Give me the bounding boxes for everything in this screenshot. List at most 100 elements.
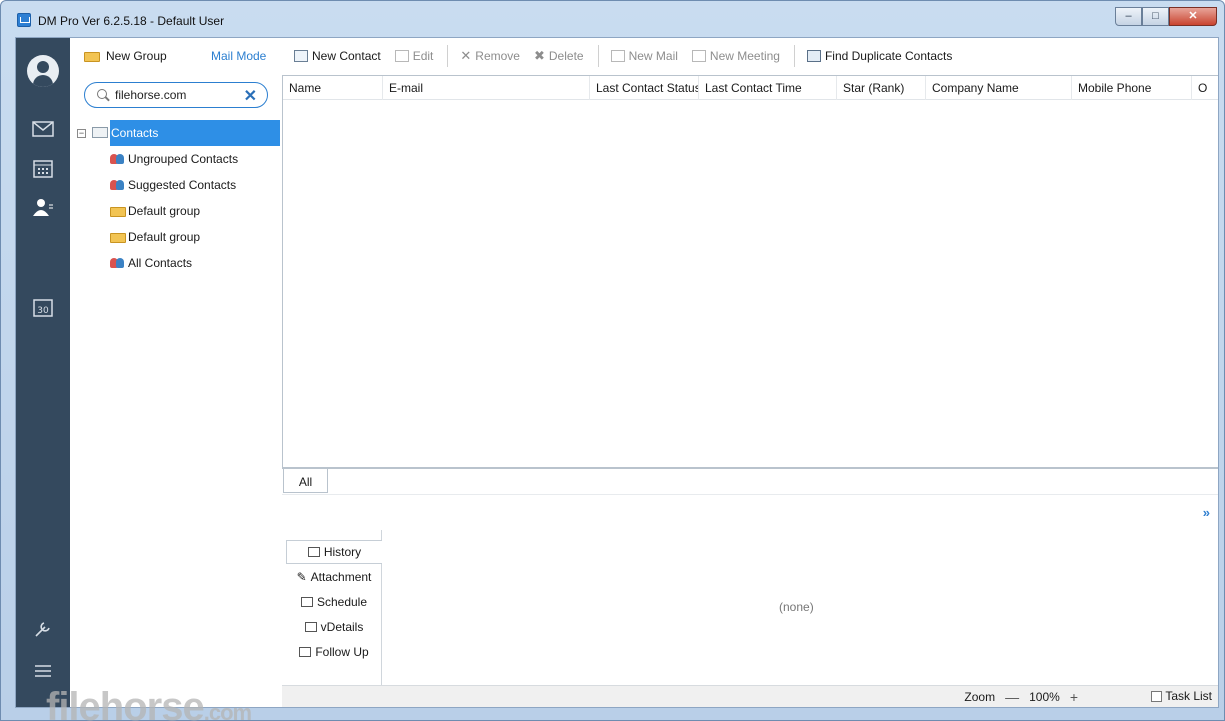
watermark-text: filehorse: [46, 685, 205, 721]
contacts-grid: Name E-mail Last Contact Status Last Con…: [282, 75, 1218, 468]
find-duplicates-label: Find Duplicate Contacts: [824, 49, 953, 63]
minimize-button[interactable]: –: [1115, 7, 1142, 26]
column-header-email[interactable]: E-mail: [383, 76, 590, 100]
title-bar[interactable]: DM Pro Ver 6.2.5.18 - Default User – □ ✕: [1, 1, 1224, 37]
maximize-button[interactable]: □: [1142, 7, 1169, 26]
paperclip-icon: ✎: [296, 570, 307, 584]
folder-panel: New Group Mail Mode ✕ − Contacts Ungroup…: [70, 38, 282, 707]
folder-icon: [110, 233, 126, 243]
new-group-icon: [84, 52, 100, 62]
zoom-out-button[interactable]: —: [1005, 689, 1019, 705]
new-mail-label: New Mail: [628, 49, 678, 63]
column-header-overflow[interactable]: O: [1192, 76, 1218, 100]
vcard-icon: [304, 622, 317, 632]
column-header-last-contact-time[interactable]: Last Contact Time: [699, 76, 837, 100]
mail-icon[interactable]: [32, 120, 54, 138]
client-area: 30 New Group Mail Mode ✕ −: [15, 37, 1219, 721]
schedule-icon: [300, 597, 313, 607]
tab-label: Follow Up: [315, 645, 369, 659]
tab-follow-up[interactable]: Follow Up: [286, 640, 382, 664]
tree-item-contacts[interactable]: Contacts: [110, 120, 280, 146]
tab-label: Schedule: [316, 595, 368, 609]
window-controls: – □ ✕: [1115, 7, 1217, 27]
group-icon: [110, 256, 126, 270]
edit-label: Edit: [412, 49, 434, 63]
tree-item-all-contacts[interactable]: All Contacts: [110, 250, 192, 276]
collapse-icon[interactable]: »: [1203, 505, 1210, 520]
column-header-company-name[interactable]: Company Name: [926, 76, 1072, 100]
search-input[interactable]: [115, 87, 240, 103]
date-30-icon[interactable]: 30: [32, 299, 54, 317]
zoom-value: 100%: [1029, 690, 1060, 704]
wrench-icon[interactable]: [32, 620, 54, 638]
tab-label: History: [323, 545, 362, 559]
main-panel: New Contact Edit ✕ Remove ✖ Delete New M…: [282, 38, 1218, 707]
delete-icon: ✖: [533, 48, 545, 63]
column-header-mobile-phone[interactable]: Mobile Phone: [1072, 76, 1192, 100]
clear-search-icon[interactable]: ✕: [244, 86, 257, 106]
new-mail-button[interactable]: New Mail: [610, 49, 678, 63]
close-button[interactable]: ✕: [1169, 7, 1217, 26]
new-contact-icon: [294, 50, 308, 62]
tree-item-label: Contacts: [111, 126, 159, 140]
new-meeting-label: New Meeting: [709, 49, 780, 63]
remove-icon: ✕: [460, 48, 472, 63]
group-icon: [110, 152, 126, 166]
edit-button[interactable]: Edit: [394, 49, 434, 63]
watermark-suffix: .com: [203, 700, 252, 721]
column-header-last-contact-status[interactable]: Last Contact Status: [590, 76, 699, 100]
address-book-icon: [92, 127, 108, 138]
search-box: ✕: [84, 82, 268, 108]
toolbar-divider: [597, 45, 599, 67]
delete-label: Delete: [548, 49, 584, 63]
calendar-icon[interactable]: [32, 160, 54, 178]
zoom-control: Zoom — 100% +: [964, 689, 1078, 705]
tree-item-label: Default group: [128, 204, 201, 218]
new-contact-label: New Contact: [312, 49, 381, 63]
tab-label: vDetails: [320, 620, 364, 634]
empty-state-text: (none): [779, 600, 814, 614]
tab-history[interactable]: History: [286, 540, 382, 564]
avatar-icon[interactable]: [27, 55, 59, 87]
remove-button[interactable]: ✕ Remove: [460, 48, 520, 64]
tree-collapse-toggle[interactable]: −: [77, 129, 86, 138]
zoom-label: Zoom: [964, 690, 996, 704]
delete-button[interactable]: ✖ Delete: [534, 48, 584, 64]
tree-item-suggested[interactable]: Suggested Contacts: [110, 172, 236, 198]
tree-item-label: Ungrouped Contacts: [128, 152, 239, 166]
app-icon: [17, 13, 31, 27]
contacts-icon[interactable]: [32, 198, 54, 216]
detail-tabs: History ✎ Attachment Schedule vDetails F…: [286, 530, 382, 685]
tab-attachment[interactable]: ✎ Attachment: [286, 565, 382, 589]
tree-item-default-group[interactable]: Default group: [110, 224, 200, 250]
new-contact-button[interactable]: New Contact: [294, 49, 381, 63]
new-mail-icon: [610, 50, 625, 62]
tab-vdetails[interactable]: vDetails: [286, 615, 382, 639]
tab-schedule[interactable]: Schedule: [286, 590, 382, 614]
new-group-button[interactable]: New Group: [84, 48, 167, 64]
grid-header: Name E-mail Last Contact Status Last Con…: [283, 76, 1218, 100]
new-meeting-icon: [691, 50, 706, 62]
tree-item-ungrouped[interactable]: Ungrouped Contacts: [110, 146, 238, 172]
follow-up-icon: [299, 647, 312, 657]
toolbar-divider: [447, 45, 449, 67]
task-list-checkbox[interactable]: [1151, 690, 1163, 702]
tab-all[interactable]: All: [283, 469, 328, 493]
new-meeting-button[interactable]: New Meeting: [691, 49, 780, 63]
zoom-in-button[interactable]: +: [1070, 689, 1078, 705]
app-window: DM Pro Ver 6.2.5.18 - Default User – □ ✕…: [0, 0, 1225, 721]
remove-label: Remove: [475, 49, 520, 63]
detail-pane: » History ✎ Attachment Schedule vDetails…: [282, 494, 1218, 685]
mail-mode-link[interactable]: Mail Mode: [211, 48, 266, 64]
watermark-logo: filehorse.com: [46, 685, 252, 721]
tree-item-label: Suggested Contacts: [128, 178, 237, 192]
find-duplicates-button[interactable]: Find Duplicate Contacts: [806, 49, 953, 63]
column-header-star-rank[interactable]: Star (Rank): [837, 76, 926, 100]
task-list-toggle[interactable]: Task List: [1151, 689, 1212, 703]
column-header-name[interactable]: Name: [283, 76, 383, 100]
new-group-label: New Group: [106, 49, 167, 63]
tree-item-default-group[interactable]: Default group: [110, 198, 200, 224]
menu-icon[interactable]: [32, 662, 54, 680]
left-rail: 30: [16, 38, 70, 707]
task-list-label: Task List: [1165, 689, 1212, 703]
